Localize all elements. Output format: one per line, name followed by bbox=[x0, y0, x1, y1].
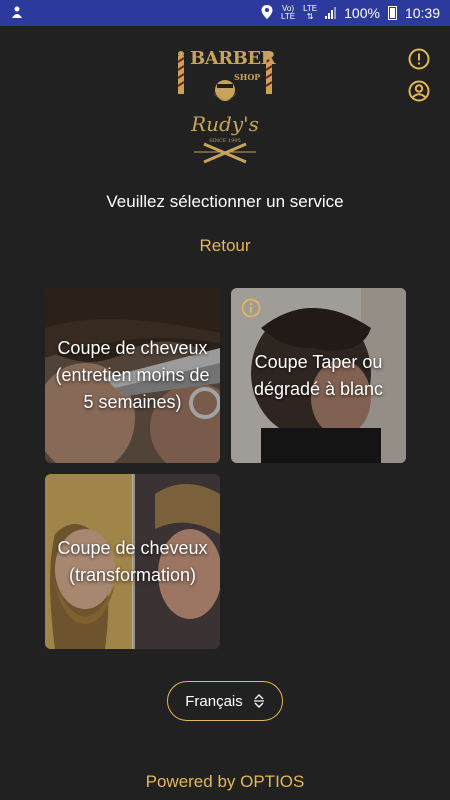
exclamation-icon bbox=[408, 48, 430, 70]
back-button[interactable]: Retour bbox=[0, 236, 450, 256]
service-label: Coupe de cheveux (transformation) bbox=[57, 537, 208, 585]
account-icon bbox=[408, 80, 430, 102]
service-card-maintenance[interactable]: Coupe de cheveux (entretien moins de 5 s… bbox=[45, 288, 220, 463]
volte-indicator: Vo) LTE bbox=[281, 5, 295, 21]
info-button[interactable] bbox=[406, 46, 432, 72]
powered-by-text: Powered by OPTIOS bbox=[145, 772, 305, 791]
status-bar: Vo) LTE LTE ⇅ 100% 10:39 bbox=[0, 0, 450, 26]
logo-text-since: SINCE 1995 bbox=[209, 138, 241, 144]
sort-arrows-icon bbox=[253, 694, 264, 708]
data-arrows-icon: ⇅ bbox=[306, 12, 314, 21]
app-screen: BARBER SHOP Rudy's SINCE 1995 Veuillez s… bbox=[0, 26, 450, 800]
service-card-taper[interactable]: Coupe Taper ou dégradé à blanc bbox=[231, 288, 406, 463]
language-select[interactable]: Français bbox=[167, 681, 283, 721]
account-button[interactable] bbox=[406, 78, 432, 104]
battery-icon bbox=[387, 6, 397, 20]
lte-indicator: LTE ⇅ bbox=[303, 5, 317, 21]
logo-text-barber: BARBER bbox=[190, 48, 276, 69]
location-icon bbox=[261, 4, 273, 22]
battery-percent: 100% bbox=[344, 5, 380, 21]
service-label: Coupe de cheveux (entretien moins de 5 s… bbox=[55, 338, 210, 412]
status-right: Vo) LTE LTE ⇅ 100% 10:39 bbox=[261, 4, 440, 22]
clock: 10:39 bbox=[404, 5, 440, 21]
logo-text-shop: SHOP bbox=[234, 72, 261, 82]
logo-text-rudys: Rudy's bbox=[191, 112, 259, 136]
language-label: Français bbox=[185, 692, 243, 710]
info-icon[interactable] bbox=[241, 298, 261, 318]
volte-bottom: LTE bbox=[280, 12, 296, 21]
service-card-transformation[interactable]: Coupe de cheveux (transformation) bbox=[45, 474, 220, 649]
page-title: Veuillez sélectionner un service bbox=[106, 192, 344, 211]
notification-icon bbox=[10, 5, 24, 22]
barber-shop-logo: BARBER SHOP Rudy's SINCE 1995 bbox=[176, 44, 276, 172]
status-left bbox=[10, 5, 24, 22]
service-label: Coupe Taper ou dégradé à blanc bbox=[253, 351, 384, 399]
signal-icon bbox=[325, 7, 337, 19]
